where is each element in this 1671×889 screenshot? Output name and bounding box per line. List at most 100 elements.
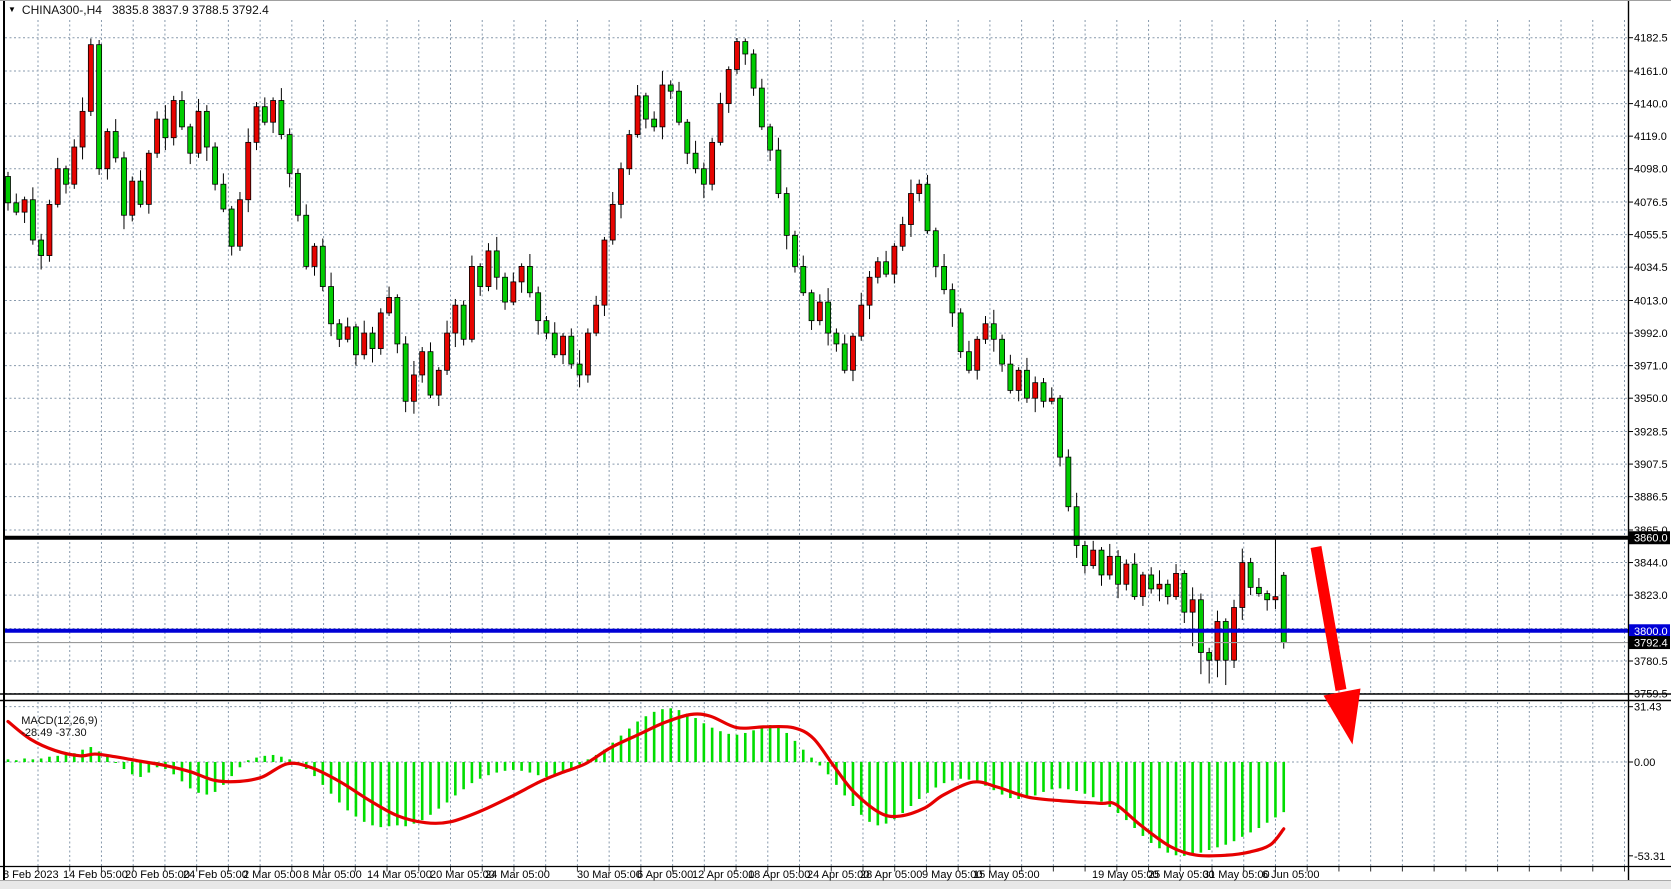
price-tick-label: 3971.0 xyxy=(1634,361,1668,373)
macd-histogram-bar xyxy=(926,762,929,793)
macd-histogram-bar xyxy=(711,728,714,762)
price-tick-label: 4119.0 xyxy=(1634,131,1667,143)
macd-histogram-bar xyxy=(852,762,855,806)
macd-histogram-bar xyxy=(1092,762,1095,797)
macd-histogram-bar xyxy=(504,762,507,771)
time-tick-label: 30 Mar 05:00 xyxy=(577,869,642,881)
macd-histogram-bar xyxy=(703,723,706,762)
macd-histogram-bar xyxy=(272,755,275,762)
candle-bullish xyxy=(585,333,590,375)
macd-histogram-bar xyxy=(1274,762,1277,817)
time-tick-label: 8 Mar 05:00 xyxy=(303,869,362,881)
macd-histogram-bar xyxy=(56,756,59,762)
candle-bearish xyxy=(1248,563,1253,588)
macd-histogram-bar xyxy=(189,762,192,788)
macd-histogram-bar xyxy=(1042,762,1045,792)
candle-bearish xyxy=(1149,575,1154,589)
candle-bearish xyxy=(942,266,947,289)
candle-bearish xyxy=(63,169,68,185)
candle-bullish xyxy=(271,100,276,122)
macd-label-values: -28.49 -37.30 xyxy=(21,727,86,739)
chart-canvas[interactable]: 4182.54161.04140.04119.04098.04076.54055… xyxy=(0,0,1671,889)
macd-histogram-bar xyxy=(288,759,291,762)
time-tick-label: 28 Apr 05:00 xyxy=(860,869,922,881)
macd-indicator-label: MACD(12,26,9) -28.49 -37.30 xyxy=(9,703,103,751)
candle-bearish xyxy=(685,122,690,153)
candle-bearish xyxy=(544,321,549,333)
macd-histogram-bar xyxy=(446,762,449,802)
candle-bullish xyxy=(469,266,474,339)
candle-bullish xyxy=(619,169,624,205)
candle-bullish xyxy=(635,96,640,135)
candle-bearish xyxy=(527,266,532,292)
macd-histogram-bar xyxy=(1241,762,1244,837)
macd-histogram-bar xyxy=(1233,762,1236,841)
candle-bullish xyxy=(594,305,599,333)
macd-histogram-bar xyxy=(239,762,242,767)
time-tick-label: 31 May 05:00 xyxy=(1203,869,1270,881)
macd-histogram-bar xyxy=(1034,762,1037,795)
macd-histogram-bar xyxy=(40,758,43,762)
candle-bearish xyxy=(262,107,267,123)
macd-histogram-bar xyxy=(1026,762,1029,798)
candle-bullish xyxy=(80,111,85,147)
candle-bullish xyxy=(1240,563,1245,608)
macd-tick-label: -53.31 xyxy=(1634,851,1665,863)
macd-histogram-bar xyxy=(114,762,117,763)
macd-histogram-bar xyxy=(429,762,432,815)
candle-bullish xyxy=(908,194,913,225)
candle-bearish xyxy=(304,215,309,266)
price-axis[interactable]: 4182.54161.04140.04119.04098.04076.54055… xyxy=(1628,33,1668,701)
macd-histogram-bar xyxy=(1059,762,1062,788)
macd-histogram-bar xyxy=(23,758,26,762)
candle-bullish xyxy=(1107,556,1112,575)
candle-bearish xyxy=(188,127,193,153)
candle-bearish xyxy=(991,324,996,340)
macd-histogram-bar xyxy=(1067,762,1070,789)
candle-bullish xyxy=(867,277,872,305)
candle-bearish xyxy=(287,135,292,174)
macd-histogram-bar xyxy=(495,762,498,773)
macd-histogram-bar xyxy=(1183,762,1186,856)
macd-histogram-bar xyxy=(247,760,250,762)
candle-bearish xyxy=(1265,594,1270,600)
candle-bearish xyxy=(577,364,582,375)
time-tick-label: 6 Apr 05:00 xyxy=(637,869,693,881)
candle-bearish xyxy=(1207,652,1212,660)
candle-bearish xyxy=(295,173,300,215)
price-tick-label: 4076.5 xyxy=(1634,197,1668,209)
macd-histogram-bar xyxy=(388,762,391,826)
candle-bullish xyxy=(246,142,251,199)
price-tick-label: 4161.0 xyxy=(1634,66,1668,78)
candle-bullish xyxy=(660,85,665,127)
price-tick-label: 3844.0 xyxy=(1634,558,1668,570)
candle-bullish xyxy=(411,375,416,401)
time-tick-label: 20 Feb 05:00 xyxy=(125,869,190,881)
macd-histogram-bar xyxy=(860,762,863,815)
time-tick-label: 15 May 05:00 xyxy=(973,869,1040,881)
candle-bullish xyxy=(378,313,383,349)
candle-bullish xyxy=(445,333,450,370)
macd-histogram-bar xyxy=(1175,762,1178,855)
candle-bearish xyxy=(1116,556,1121,584)
macd-histogram-bar xyxy=(512,762,515,770)
macd-histogram-bar xyxy=(918,762,921,799)
macd-histogram-bar xyxy=(669,708,672,762)
macd-label-text: MACD(12,26,9) xyxy=(21,715,97,727)
candle-bearish xyxy=(353,327,358,355)
candle-bullish xyxy=(726,69,731,103)
candle-bearish xyxy=(337,324,342,340)
macd-histogram-bar xyxy=(106,757,109,762)
macd-histogram-bar xyxy=(487,762,490,775)
macd-histogram-bar xyxy=(686,714,689,762)
time-tick-label: 24 Mar 05:00 xyxy=(485,869,550,881)
macd-histogram-bar xyxy=(628,729,631,762)
symbol-dropdown-icon[interactable]: ▼ xyxy=(8,6,16,14)
candle-bearish xyxy=(6,176,11,202)
macd-histogram-bar xyxy=(1258,762,1261,828)
candle-bearish xyxy=(842,344,847,370)
candle-bearish xyxy=(1198,600,1203,653)
macd-histogram-bar xyxy=(810,758,813,762)
candle-bullish xyxy=(859,305,864,336)
macd-histogram-bar xyxy=(1108,762,1111,807)
